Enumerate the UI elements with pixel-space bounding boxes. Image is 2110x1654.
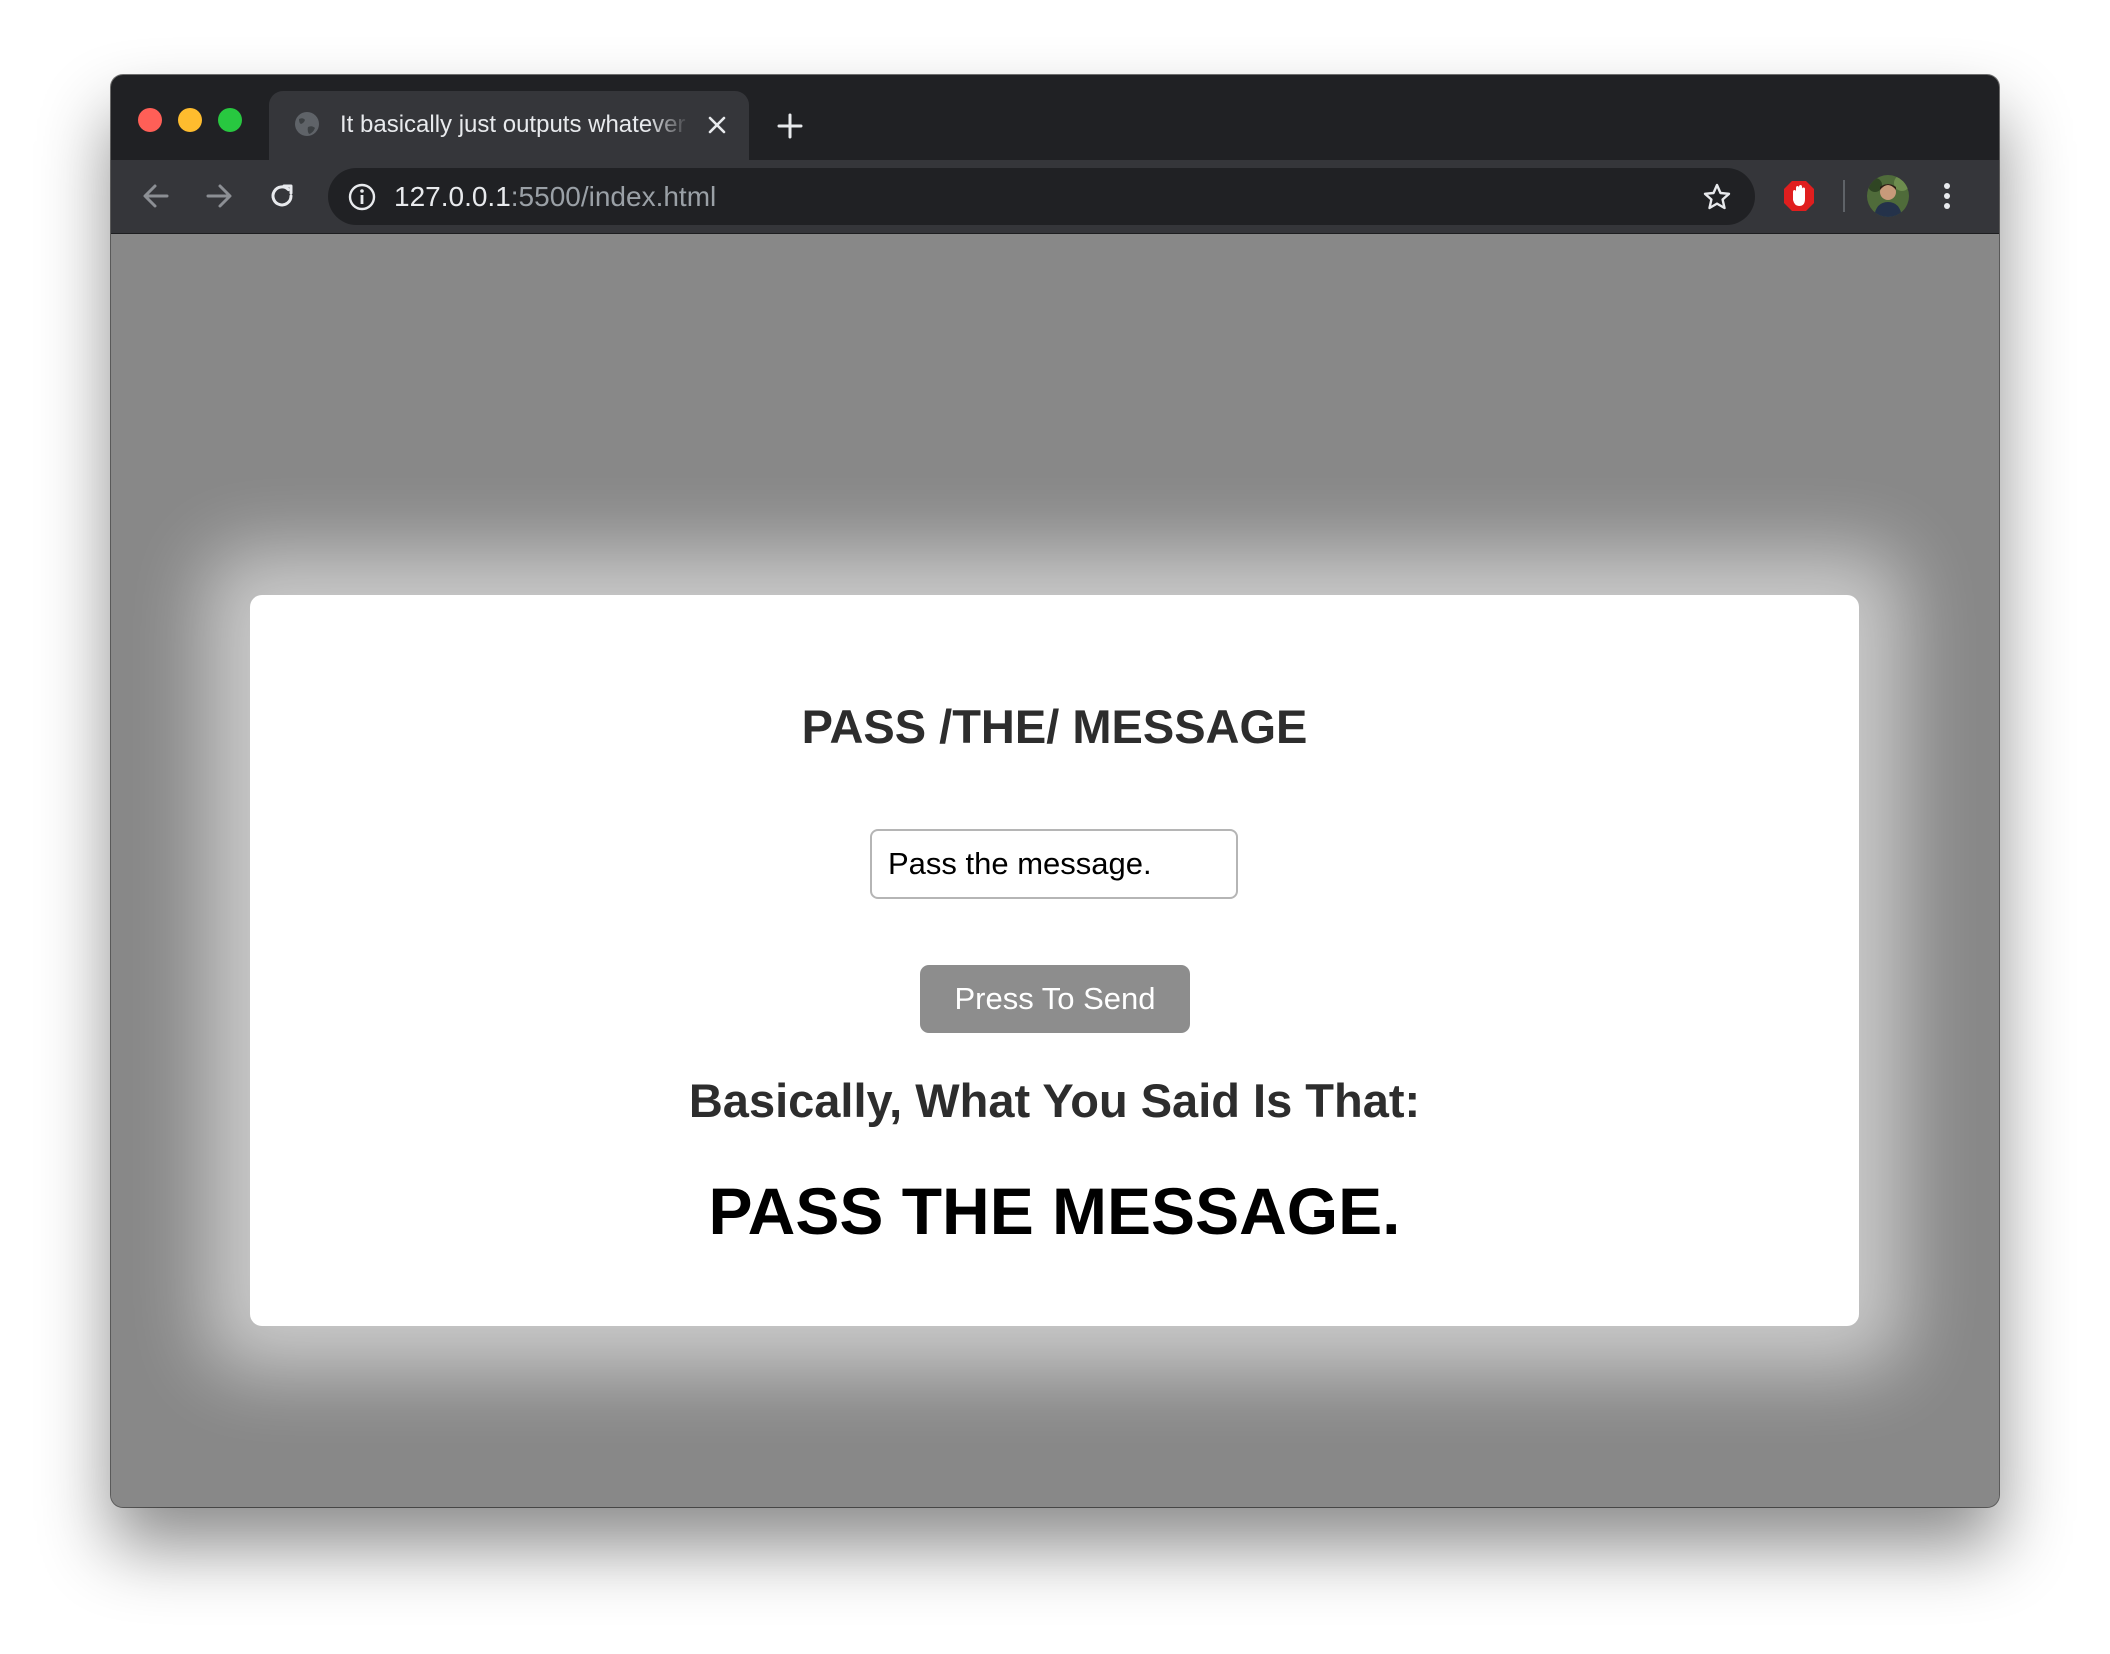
tab-strip: It basically just outputs whatever you s… (111, 75, 1999, 160)
window-minimize-button[interactable] (178, 108, 202, 132)
page-viewport: PASS /THE/ MESSAGE Press To Send Basical… (111, 234, 1999, 1507)
address-bar[interactable]: 127.0.0.1:5500/index.html (328, 168, 1755, 225)
message-card: PASS /THE/ MESSAGE Press To Send Basical… (250, 595, 1859, 1326)
tab-close-icon[interactable] (705, 113, 729, 137)
adblock-extension-icon[interactable] (1781, 178, 1817, 214)
result-label: Basically, What You Said Is That: (688, 1074, 1421, 1127)
send-button[interactable]: Press To Send (920, 965, 1190, 1033)
new-tab-plus-icon[interactable] (775, 111, 805, 141)
info-icon[interactable] (347, 182, 377, 212)
window-close-button[interactable] (138, 108, 162, 132)
browser-window: It basically just outputs whatever you s… (111, 75, 1999, 1507)
bookmark-star-icon[interactable] (1701, 181, 1733, 213)
result-output: PASS THE MESSAGE. (708, 1174, 1401, 1248)
browser-toolbar: 127.0.0.1:5500/index.html (111, 160, 1999, 234)
globe-icon (293, 110, 321, 138)
tab-title: It basically just outputs whatever you s… (340, 111, 690, 138)
url-text[interactable]: 127.0.0.1:5500/index.html (394, 180, 716, 214)
url-path: :5500/index.html (510, 181, 717, 212)
profile-avatar-icon[interactable] (1867, 175, 1909, 217)
message-input[interactable] (870, 829, 1238, 899)
page-title: PASS /THE/ MESSAGE (801, 700, 1308, 753)
tab-active[interactable]: It basically just outputs whatever you s… (269, 91, 749, 160)
back-arrow-icon[interactable] (138, 178, 174, 214)
forward-arrow-icon[interactable] (201, 178, 237, 214)
kebab-menu-icon[interactable] (1929, 178, 1965, 214)
url-host: 127.0.0.1 (394, 181, 511, 212)
window-maximize-button[interactable] (218, 108, 242, 132)
toolbar-divider (1843, 180, 1845, 212)
reload-icon[interactable] (264, 178, 300, 214)
